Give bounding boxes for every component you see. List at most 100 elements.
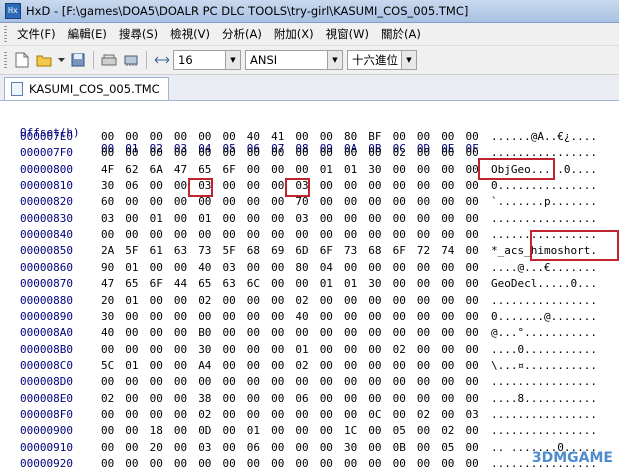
hex-byte[interactable]: 00 [417,178,433,194]
hex-byte[interactable]: 30 [368,162,384,178]
open-disk-button[interactable] [100,51,118,69]
hex-byte[interactable]: 00 [344,145,360,161]
hex-byte[interactable]: 00 [247,342,263,358]
hex-byte[interactable]: 00 [101,423,117,439]
hex-byte[interactable]: 20 [150,440,166,456]
hex-byte[interactable]: 01 [344,162,360,178]
hex-byte[interactable]: 00 [174,260,190,276]
hex-byte[interactable]: 00 [125,440,141,456]
hex-byte[interactable]: 00 [344,407,360,423]
hex-byte[interactable]: 00 [101,456,117,472]
hex-byte[interactable]: 2A [101,243,117,259]
hex-byte[interactable]: 6F [150,276,166,292]
hex-byte[interactable]: 00 [223,129,239,145]
chevron-down-icon[interactable]: ▼ [225,51,240,69]
hex-byte[interactable]: 00 [320,391,336,407]
hex-byte[interactable]: 00 [271,407,287,423]
hex-byte[interactable]: 00 [320,309,336,325]
ascii-text[interactable]: 0............... [491,178,597,194]
hex-byte[interactable]: 00 [344,260,360,276]
hex-byte[interactable]: 00 [441,407,457,423]
hex-byte[interactable]: 00 [368,358,384,374]
hex-byte[interactable]: 00 [174,145,190,161]
hex-byte[interactable]: 00 [441,358,457,374]
hex-byte[interactable]: 00 [441,456,457,472]
hex-byte[interactable]: 00 [466,276,482,292]
hex-byte[interactable]: 47 [101,276,117,292]
hex-byte[interactable]: 00 [271,325,287,341]
hex-byte[interactable]: 01 [295,342,311,358]
hex-byte[interactable]: 65 [198,276,214,292]
hex-byte[interactable]: 00 [247,194,263,210]
hex-byte[interactable]: 72 [417,243,433,259]
hex-byte[interactable]: 00 [271,145,287,161]
hex-byte[interactable]: 00 [393,162,409,178]
charset-select[interactable]: ANSI ▼ [245,50,343,70]
hex-byte[interactable]: 00 [393,194,409,210]
hex-byte[interactable]: 01 [125,358,141,374]
hex-byte[interactable]: 00 [150,293,166,309]
hex-byte[interactable]: 00 [125,309,141,325]
hex-byte[interactable]: 00 [247,407,263,423]
hex-byte[interactable]: 00 [125,407,141,423]
hex-byte[interactable]: 00 [223,211,239,227]
hex-byte[interactable]: 00 [320,440,336,456]
menu-search[interactable]: 搜尋(S) [113,23,164,45]
hex-byte[interactable]: 00 [368,178,384,194]
hex-byte[interactable]: 00 [417,162,433,178]
hex-byte[interactable]: 00 [417,211,433,227]
hex-byte[interactable]: 00 [125,227,141,243]
hex-byte[interactable]: 00 [320,358,336,374]
hex-byte[interactable]: 00 [441,276,457,292]
hex-byte[interactable]: 90 [101,260,117,276]
hex-byte[interactable]: 00 [417,309,433,325]
hex-byte[interactable]: 00 [198,456,214,472]
hex-byte[interactable]: 00 [393,227,409,243]
hex-byte[interactable]: 00 [441,129,457,145]
hex-byte[interactable]: 00 [295,407,311,423]
ascii-text[interactable]: ................ [491,293,597,309]
hex-byte[interactable]: 5C [101,358,117,374]
ascii-text[interactable]: @...°........... [491,325,597,341]
hex-byte[interactable]: 6F [223,162,239,178]
hex-byte[interactable]: 00 [417,440,433,456]
hex-byte[interactable]: 00 [466,260,482,276]
hex-byte[interactable]: 30 [368,276,384,292]
hex-byte[interactable]: 00 [344,178,360,194]
hex-byte[interactable]: 00 [368,260,384,276]
hex-byte[interactable]: 00 [271,423,287,439]
hex-byte[interactable]: 00 [417,293,433,309]
hex-byte[interactable]: 00 [466,423,482,439]
hex-byte[interactable]: 00 [174,342,190,358]
hex-byte[interactable]: 00 [344,342,360,358]
hex-byte[interactable]: 00 [223,293,239,309]
open-ram-button[interactable] [122,51,140,69]
hex-byte[interactable]: 00 [368,309,384,325]
hex-byte[interactable]: 00 [441,391,457,407]
hex-byte[interactable]: 00 [368,391,384,407]
hex-byte[interactable]: 00 [295,145,311,161]
hex-byte[interactable]: 06 [295,391,311,407]
hex-byte[interactable]: 00 [320,456,336,472]
hex-byte[interactable]: 00 [174,227,190,243]
hex-byte[interactable]: 03 [295,211,311,227]
hex-byte[interactable]: 00 [368,342,384,358]
hex-byte[interactable]: 01 [125,260,141,276]
hex-byte[interactable]: 00 [466,374,482,390]
hex-byte[interactable]: 00 [393,178,409,194]
hex-byte[interactable]: 05 [441,440,457,456]
hex-byte[interactable]: 00 [417,391,433,407]
hex-byte[interactable]: 00 [150,342,166,358]
hex-byte[interactable]: 00 [368,423,384,439]
hex-byte[interactable]: 65 [198,162,214,178]
hex-byte[interactable]: 00 [393,260,409,276]
hex-byte[interactable]: 73 [198,243,214,259]
hex-byte[interactable]: 00 [368,440,384,456]
hex-byte[interactable]: 00 [466,391,482,407]
hex-byte[interactable]: 00 [150,309,166,325]
hex-byte[interactable]: 00 [223,145,239,161]
hex-byte[interactable]: 00 [466,178,482,194]
hex-byte[interactable]: 00 [174,391,190,407]
hex-byte[interactable]: 00 [393,309,409,325]
hex-byte[interactable]: 00 [223,440,239,456]
